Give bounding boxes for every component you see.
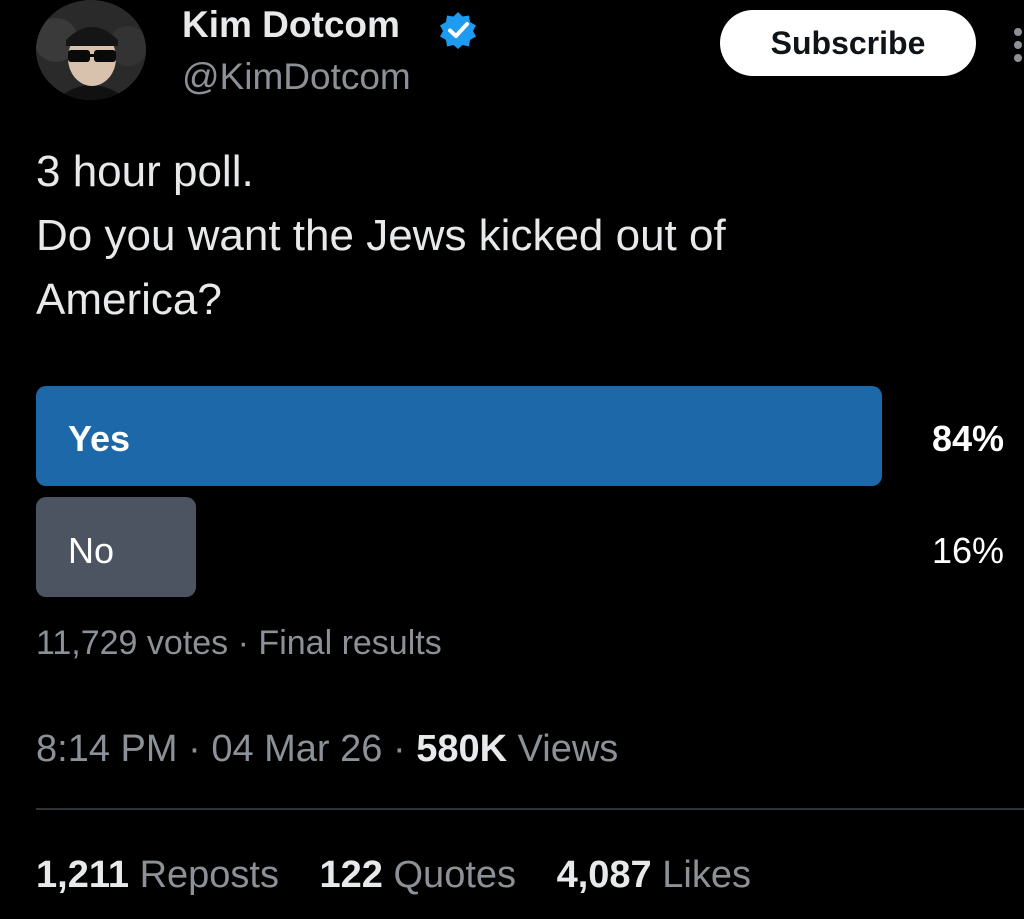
poll-option-no-percent: 16%	[931, 530, 1004, 571]
likes-stat[interactable]: 4,087 Likes	[557, 854, 751, 896]
poll-status: Final results	[258, 624, 442, 662]
separator: ·	[188, 728, 201, 770]
quotes-label: Quotes	[393, 854, 517, 896]
author-name[interactable]: Kim Dotcom	[182, 4, 400, 46]
reposts-count: 1,211	[36, 854, 129, 896]
avatar[interactable]	[36, 0, 146, 100]
poll-summary: 11,729 votes · Final results	[36, 624, 442, 663]
separator: ·	[392, 728, 406, 770]
tweet-text-line: Do you want the Jews kicked out of	[36, 211, 726, 260]
reposts-stat[interactable]: 1,211 Reposts	[36, 854, 279, 896]
views-label: Views	[517, 728, 619, 770]
reposts-label: Reposts	[139, 854, 279, 896]
quotes-stat[interactable]: 122 Quotes	[320, 854, 517, 896]
verified-badge-icon	[440, 12, 476, 49]
poll-option-yes-label: Yes	[68, 418, 131, 459]
tweet-meta: 8:14 PM · 04 Mar 26 · 580K Views	[36, 728, 618, 771]
engagement-stats: 1,211 Reposts 122 Quotes 4,087 Likes	[36, 854, 781, 897]
tweet-text-line: 3 hour poll.	[36, 147, 254, 196]
separator: ·	[237, 624, 249, 662]
likes-label: Likes	[662, 854, 751, 896]
tweet-time[interactable]: 8:14 PM	[36, 728, 178, 770]
poll-vote-count: 11,729 votes	[36, 624, 229, 662]
more-vertical-icon[interactable]	[1010, 20, 1024, 70]
tweet-text-line: America?	[36, 275, 222, 324]
poll-bar-no	[36, 497, 196, 597]
tweet-date[interactable]: 04 Mar 26	[211, 728, 382, 770]
subscribe-button[interactable]: Subscribe	[720, 10, 976, 76]
avatar-image	[36, 0, 146, 100]
author-handle[interactable]: @KimDotcom	[182, 56, 411, 98]
poll-bar-yes	[36, 386, 882, 486]
views-count: 580K	[416, 728, 508, 770]
divider	[36, 808, 1024, 810]
likes-count: 4,087	[556, 854, 652, 896]
poll-option-yes-percent: 84%	[931, 418, 1004, 459]
quotes-count: 122	[319, 854, 383, 896]
poll-option-no-label: No	[68, 530, 115, 571]
tweet-text: 3 hour poll. Do you want the Jews kicked…	[36, 140, 936, 332]
